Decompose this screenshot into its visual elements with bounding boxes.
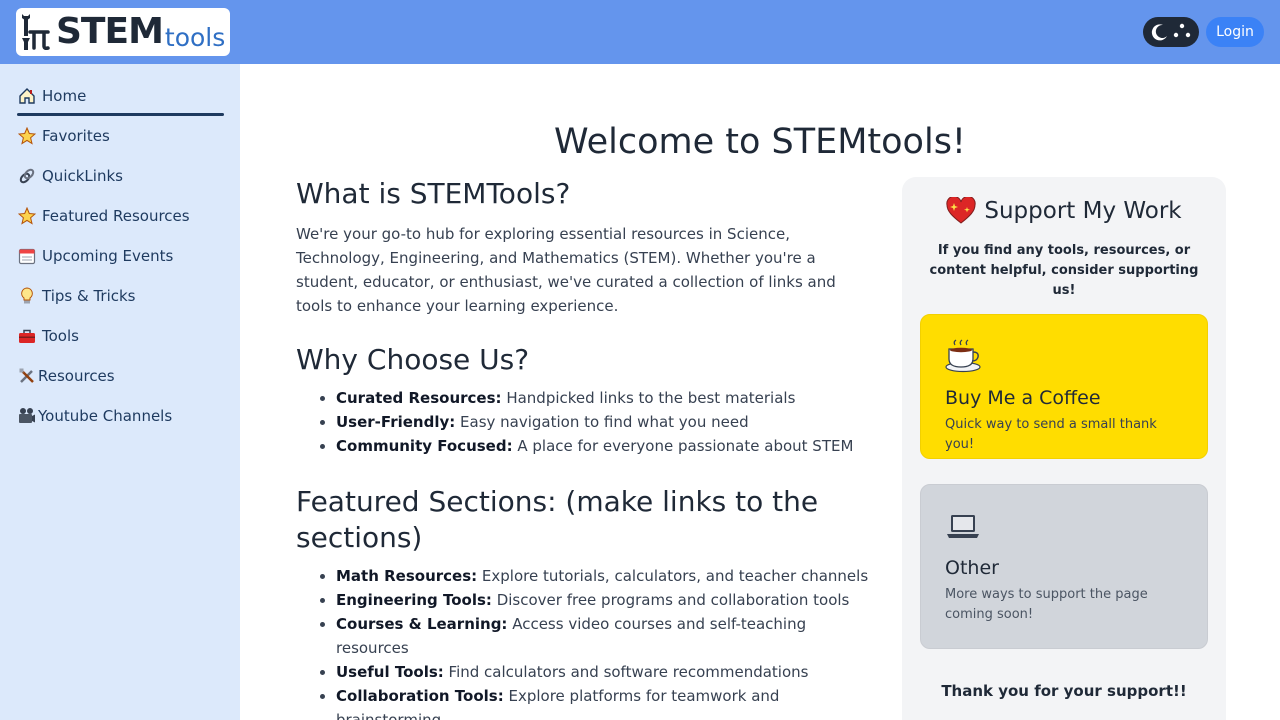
sidebar-item-quicklinks[interactable]: QuickLinks	[0, 156, 240, 196]
tools-icon	[17, 366, 37, 386]
sidebar-item-label: QuickLinks	[42, 167, 123, 185]
sidebar-item-youtube-channels[interactable]: Youtube Channels	[0, 396, 240, 436]
buy-me-coffee-card[interactable]: Buy Me a Coffee Quick way to send a smal…	[920, 314, 1208, 459]
sidebar-item-home[interactable]: Home	[0, 76, 240, 116]
other-card-desc: More ways to support the page coming soo…	[945, 587, 1148, 622]
sidebar-item-label: Youtube Channels	[38, 407, 173, 425]
sidebar-item-label: Resources	[38, 367, 115, 385]
list-item: Useful Tools: Find calculators and softw…	[336, 660, 876, 684]
sidebar-item-label: Home	[42, 87, 87, 105]
laptop-icon	[947, 515, 979, 538]
dots-icon	[1173, 23, 1190, 38]
thanks-message: Thank you for your support!!	[941, 682, 1187, 700]
sidebar-item-tips-tricks[interactable]: Tips & Tricks	[0, 276, 240, 316]
star-icon	[17, 206, 37, 226]
link-icon	[17, 166, 37, 186]
why-heading: Why Choose Us?	[296, 343, 530, 376]
support-title: Support My Work	[902, 197, 1226, 225]
sidebar-item-favorites[interactable]: Favorites	[0, 116, 240, 156]
coffee-card-title: Buy Me a Coffee	[945, 387, 1101, 409]
logo-tools-text: tools	[164, 22, 226, 52]
what-heading: What is STEMTools?	[296, 177, 571, 210]
top-bar: STEM tools Login	[0, 0, 1280, 64]
list-item: Engineering Tools: Discover free program…	[336, 588, 876, 612]
logo-stem-text: STEM	[56, 11, 164, 52]
sparkling-heart-icon	[946, 197, 977, 224]
intro-section: What is STEMTools? We're your go-to hub …	[296, 176, 876, 720]
sidebar-item-label: Featured Resources	[42, 207, 190, 225]
stem-tools-logo-icon	[22, 14, 50, 50]
sidebar-item-tools[interactable]: Tools	[0, 316, 240, 356]
moon-icon	[1151, 24, 1167, 41]
other-card-title: Other	[945, 557, 999, 579]
toolbox-icon	[17, 326, 37, 346]
sidebar-item-label: Tips & Tricks	[42, 287, 136, 305]
list-item: User-Friendly: Easy navigation to find w…	[336, 410, 876, 434]
support-subtitle: If you find any tools, resources, or con…	[929, 243, 1199, 298]
site-logo[interactable]: STEM tools	[16, 8, 230, 56]
list-item: Math Resources: Explore tutorials, calcu…	[336, 564, 876, 588]
page-title: Welcome to STEMtools!	[554, 122, 966, 162]
list-item: Courses & Learning: Access video courses…	[336, 612, 876, 660]
list-item: Curated Resources: Handpicked links to t…	[336, 386, 876, 410]
calendar-icon	[17, 246, 37, 266]
what-text: We're your go-to hub for exploring essen…	[296, 225, 836, 315]
other-support-card[interactable]: Other More ways to support the page comi…	[920, 484, 1208, 649]
house-icon	[17, 86, 37, 106]
sidebar-item-featured-resources[interactable]: Featured Resources	[0, 196, 240, 236]
list-item: Collaboration Tools: Explore platforms f…	[336, 684, 876, 720]
sidebar-item-label: Favorites	[42, 127, 110, 145]
lightbulb-icon	[17, 286, 37, 306]
theme-toggle[interactable]	[1143, 17, 1199, 47]
why-list: Curated Resources: Handpicked links to t…	[296, 386, 876, 458]
featured-heading: Featured Sections: (make links to the se…	[296, 485, 819, 554]
coffee-card-desc: Quick way to send a small thank you!	[945, 417, 1157, 452]
coffee-icon	[945, 339, 981, 373]
support-panel: Support My Work If you find any tools, r…	[902, 177, 1226, 720]
sidebar: Home Favorites QuickLinks Featured Resou…	[0, 64, 240, 720]
list-item: Community Focused: A place for everyone …	[336, 434, 876, 458]
sidebar-item-label: Tools	[42, 327, 79, 345]
sidebar-item-label: Upcoming Events	[42, 247, 174, 265]
login-button[interactable]: Login	[1206, 17, 1264, 47]
sidebar-item-upcoming-events[interactable]: Upcoming Events	[0, 236, 240, 276]
featured-list: Math Resources: Explore tutorials, calcu…	[296, 564, 876, 720]
video-camera-icon	[17, 406, 37, 426]
sidebar-item-resources[interactable]: Resources	[0, 356, 240, 396]
main-content: Welcome to STEMtools! What is STEMTools?…	[240, 64, 1280, 720]
star-icon	[17, 126, 37, 146]
